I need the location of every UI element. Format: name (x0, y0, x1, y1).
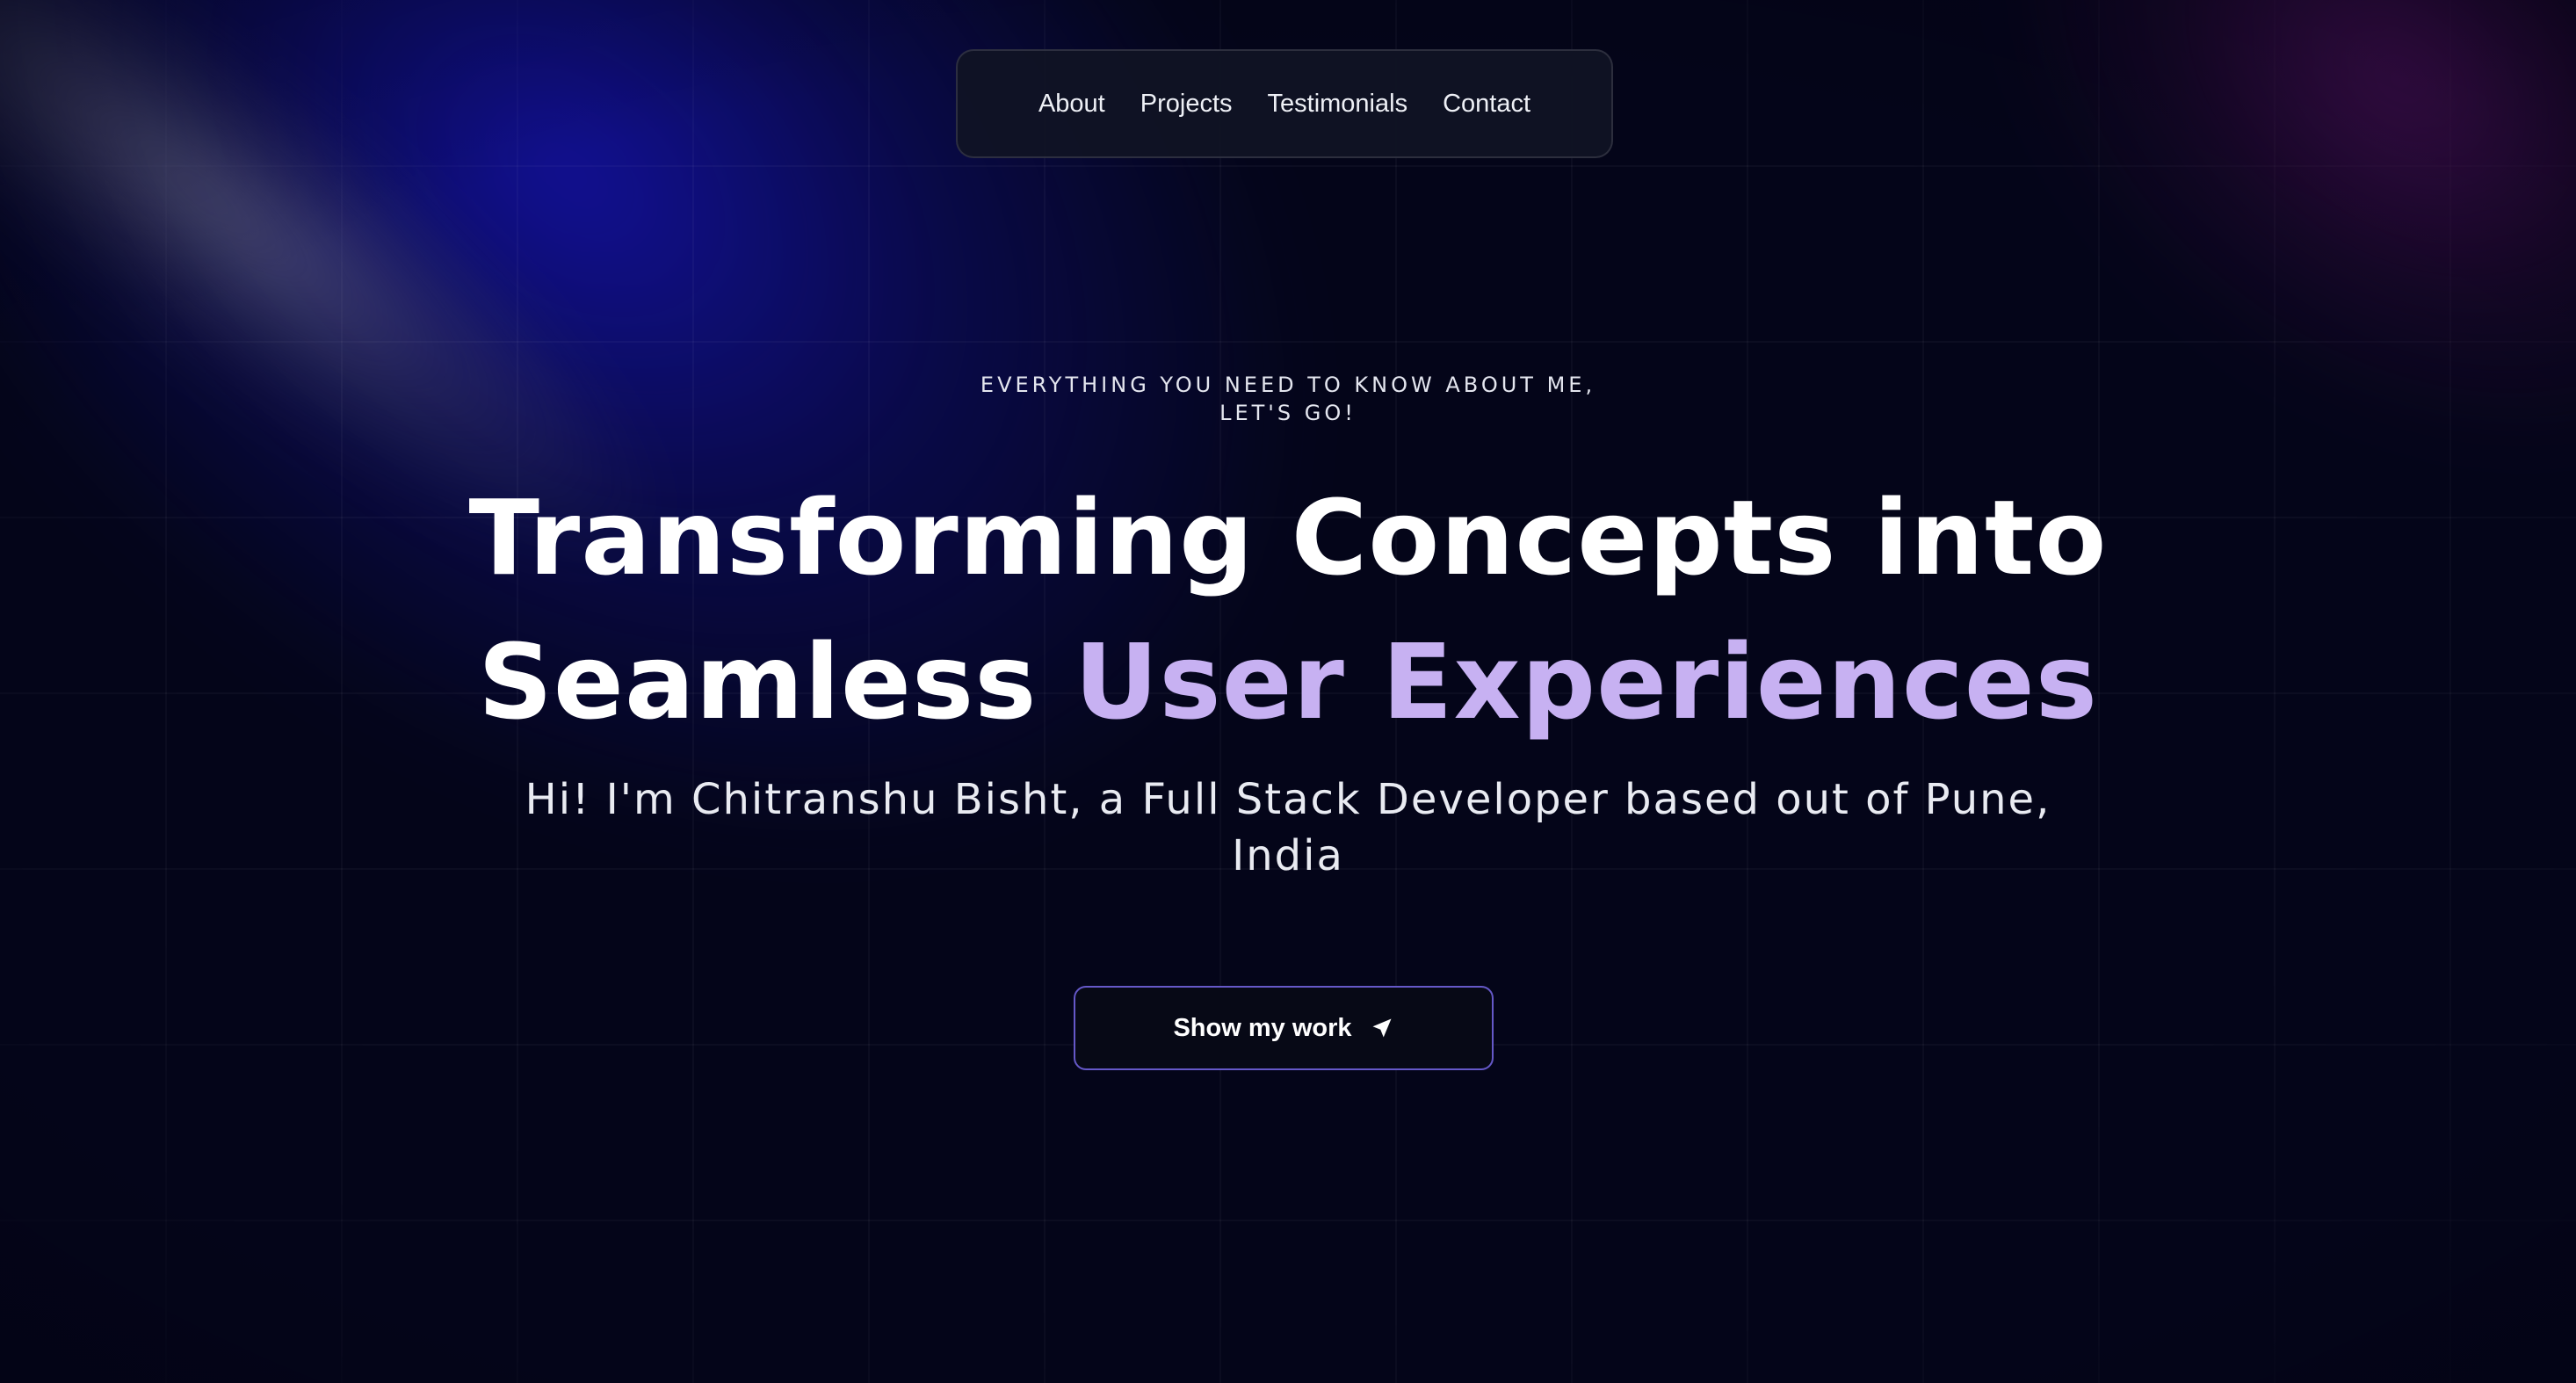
show-my-work-label: Show my work (1173, 1013, 1352, 1042)
hero-eyebrow-line-1: EVERYTHING YOU NEED TO KNOW ABOUT ME, (980, 373, 1596, 397)
nav-link-projects[interactable]: Projects (1140, 90, 1233, 119)
nav-link-about[interactable]: About (1038, 90, 1105, 119)
hero-intro-line-2: India (1232, 831, 1344, 880)
navigation-arrow-icon (1370, 1016, 1394, 1040)
floating-navbar: About Projects Testimonials Contact (956, 49, 1613, 158)
hero-intro: Hi! I'm Chitranshu Bisht, a Full Stack D… (0, 771, 2576, 884)
hero-headline-line-1: Transforming Concepts into (468, 477, 2108, 598)
hero-intro-line-1: Hi! I'm Chitranshu Bisht, a Full Stack D… (525, 775, 2051, 824)
hero-eyebrow: EVERYTHING YOU NEED TO KNOW ABOUT ME, LE… (0, 371, 2576, 427)
hero-headline-plain: Seamless (477, 621, 1038, 742)
show-my-work-button[interactable]: Show my work (1074, 986, 1494, 1070)
hero-headline-accent: User Experiences (1074, 621, 2099, 742)
hero-eyebrow-line-2: LET'S GO! (1219, 401, 1357, 425)
nav-link-testimonials[interactable]: Testimonials (1268, 90, 1408, 119)
hero-headline-line-2: Seamless User Experiences (0, 610, 2576, 754)
nav-link-contact[interactable]: Contact (1443, 90, 1530, 119)
hero-headline: Transforming Concepts into Seamless User… (0, 466, 2576, 754)
